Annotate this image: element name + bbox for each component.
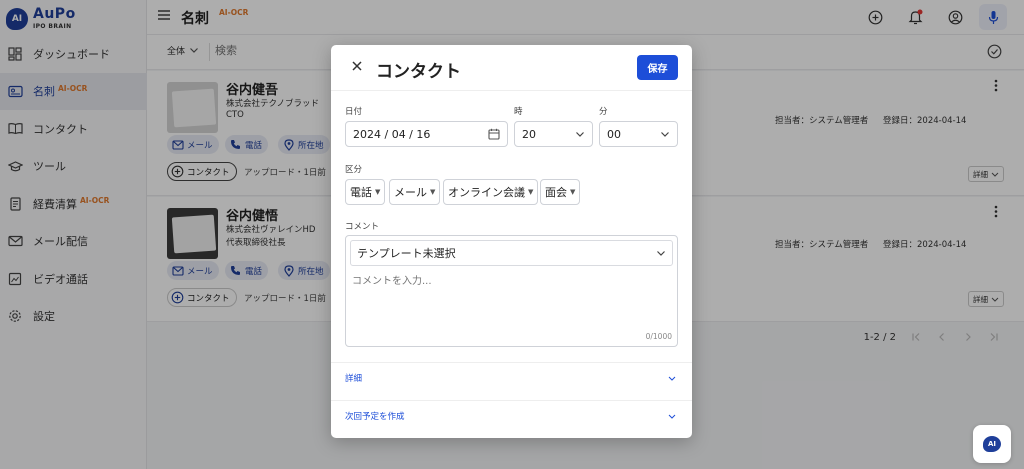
ai-chat-icon: AI (983, 436, 1001, 452)
comment-input[interactable] (352, 272, 670, 332)
chevron-down-icon (656, 247, 666, 260)
minute-value: 00 (607, 127, 621, 141)
next-schedule-expander[interactable]: 次回予定を作成 (331, 401, 692, 431)
type-option-phone[interactable]: 電話 ▼ (345, 179, 386, 205)
hour-label: 時 (514, 107, 523, 117)
calendar-icon[interactable] (488, 128, 500, 140)
next-schedule-label: 次回予定を作成 (345, 412, 405, 422)
close-icon[interactable] (350, 59, 364, 73)
date-value: 2024 / 04 / 16 (353, 127, 431, 141)
divider (331, 90, 692, 91)
type-option-meeting[interactable]: 面会 ▼ (540, 179, 581, 205)
type-option-label: 面会 (545, 186, 567, 199)
date-field[interactable]: 2024 / 04 / 16 (345, 121, 508, 147)
type-option-label: メール (394, 186, 427, 199)
hour-select[interactable]: 20 (514, 121, 593, 147)
caret-down-icon: ▼ (570, 188, 576, 196)
ai-assistant-button[interactable]: AI (973, 425, 1011, 463)
chevron-down-icon (668, 376, 676, 381)
chevron-down-icon (660, 131, 670, 138)
detail-expander-label: 詳細 (345, 374, 363, 384)
date-label: 日付 (345, 107, 363, 117)
type-option-online-meeting[interactable]: オンライン会議 ▼ (443, 179, 539, 205)
contact-dialog: コンタクト 保存 日付 2024 / 04 / 16 時 20 分 00 区分 … (331, 45, 692, 438)
save-button[interactable]: 保存 (637, 55, 678, 80)
type-option-mail[interactable]: メール ▼ (389, 179, 441, 205)
dialog-title: コンタクト (376, 62, 461, 82)
chevron-down-icon (668, 414, 676, 419)
caret-down-icon: ▼ (430, 188, 436, 196)
type-option-label: 電話 (350, 186, 372, 199)
hour-value: 20 (522, 127, 536, 141)
caret-down-icon: ▼ (528, 188, 534, 196)
caret-down-icon: ▼ (375, 188, 381, 196)
type-option-label: オンライン会議 (448, 186, 525, 199)
minute-label: 分 (599, 107, 608, 117)
type-label: 区分 (345, 165, 363, 175)
comment-label: コメント (345, 222, 380, 232)
comment-counter: 0/1000 (645, 332, 672, 341)
comment-box: テンプレート未選択 0/1000 (345, 235, 678, 347)
chevron-down-icon (575, 131, 585, 138)
detail-expander[interactable]: 詳細 (331, 363, 692, 393)
template-value: テンプレート未選択 (357, 247, 456, 260)
minute-select[interactable]: 00 (599, 121, 678, 147)
template-select[interactable]: テンプレート未選択 (350, 240, 673, 266)
